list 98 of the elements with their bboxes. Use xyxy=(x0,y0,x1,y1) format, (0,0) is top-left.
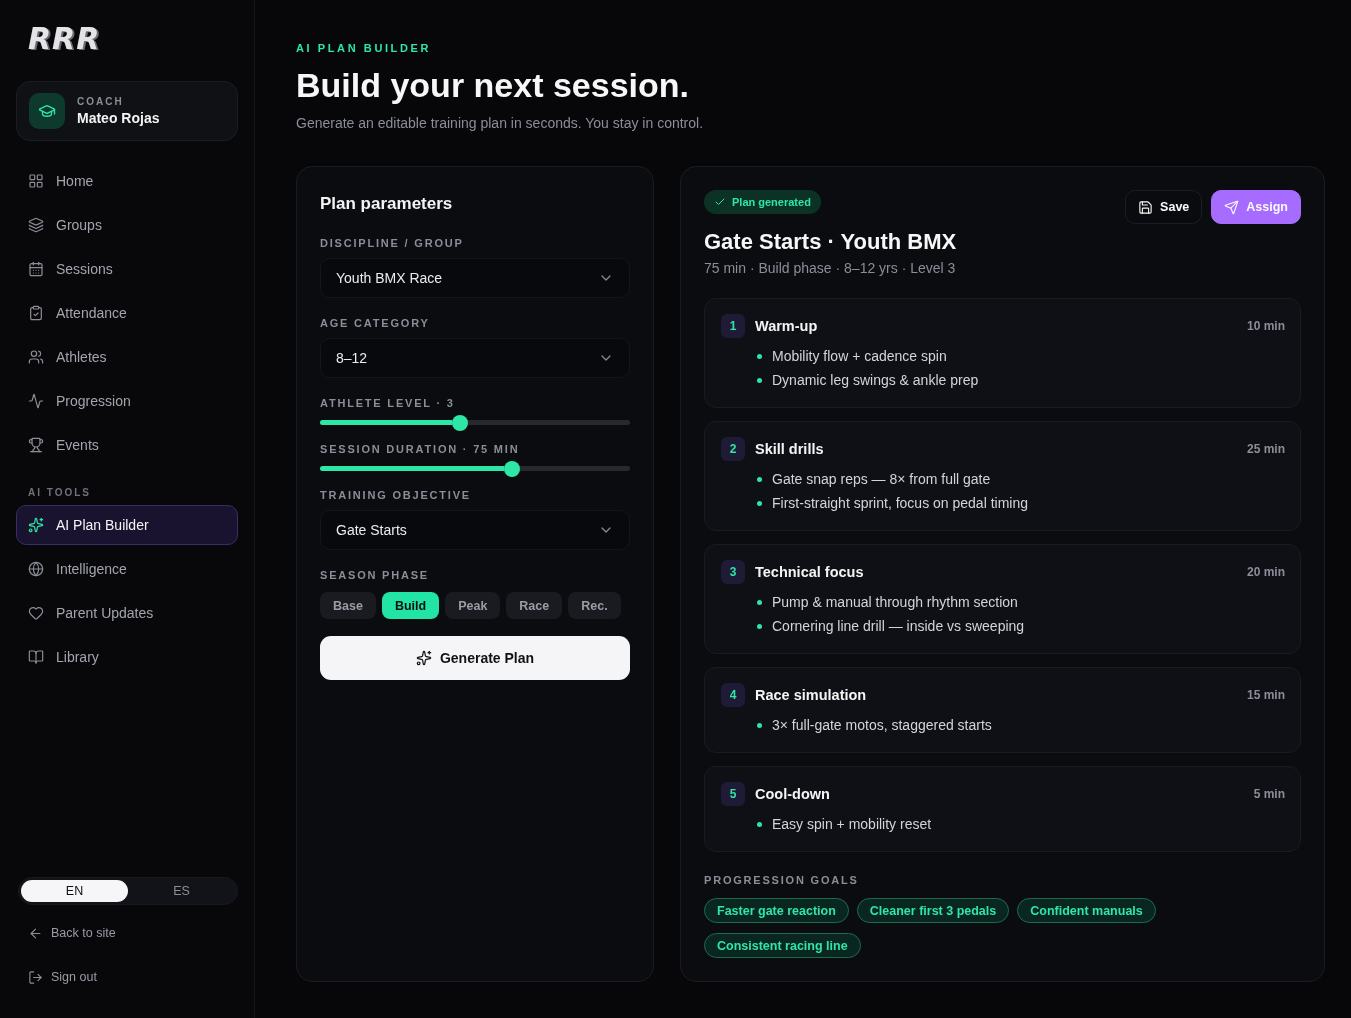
phase-chip[interactable]: Build xyxy=(381,592,440,619)
language-option[interactable]: ES xyxy=(128,880,235,902)
graduation-cap-icon xyxy=(29,93,65,129)
language-option[interactable]: EN xyxy=(21,880,128,902)
layers-icon xyxy=(28,217,44,233)
phase-chip[interactable]: Race xyxy=(506,592,563,619)
block-duration: 20 min xyxy=(1247,565,1285,579)
goal-tag: Consistent racing line xyxy=(704,933,861,958)
plan-title: Gate Starts · Youth BMX xyxy=(704,228,958,256)
block-title: Warm-up xyxy=(755,318,819,334)
block-title: Race simulation xyxy=(755,687,868,703)
block-duration: 10 min xyxy=(1247,319,1285,333)
phase-chip[interactable]: Peak xyxy=(445,592,501,619)
logout-icon xyxy=(28,969,43,985)
bullet-dot-icon xyxy=(757,377,762,383)
sidebar-nav-item[interactable]: Progression xyxy=(16,381,238,421)
bullet-dot-icon xyxy=(757,623,762,629)
block-number: 2 xyxy=(721,437,745,461)
status-badge: Plan generated xyxy=(704,190,821,214)
save-icon xyxy=(1138,199,1154,215)
book-icon xyxy=(28,649,44,665)
sidebar-nav-item[interactable]: Sessions xyxy=(16,249,238,289)
arrow-left-icon xyxy=(28,925,43,941)
field-label: SESSION DURATION · 75 MIN xyxy=(320,442,521,456)
calendar-icon xyxy=(28,261,44,277)
drill-text: Mobility flow + cadence spin xyxy=(772,348,947,364)
sidebar-nav-item[interactable]: Home xyxy=(16,161,238,201)
clipboard-check-icon xyxy=(28,305,44,321)
bullet-dot-icon xyxy=(757,821,762,827)
brand-logo[interactable]: RRR xyxy=(28,22,101,55)
footer-link[interactable]: Back to site xyxy=(16,913,238,953)
drill-text: Gate snap reps — 8× from full gate xyxy=(772,471,991,487)
drill-text: Dynamic leg swings & ankle prep xyxy=(772,372,979,388)
generate-plan-button[interactable]: Generate Plan xyxy=(320,636,630,680)
select-field[interactable]: Youth BMX Race xyxy=(320,258,630,298)
sidebar-nav-item[interactable]: Groups xyxy=(16,205,238,245)
panel-title: Plan parameters xyxy=(320,193,454,215)
footer-link[interactable]: Sign out xyxy=(16,957,238,997)
sparkles-icon xyxy=(28,517,44,533)
grid-icon xyxy=(28,173,44,189)
goals-label: PROGRESSION GOALS xyxy=(704,873,860,887)
field-label: ATHLETE LEVEL · 3 xyxy=(320,396,456,410)
section-title: AI TOOLS xyxy=(28,486,93,500)
sparkles-icon xyxy=(415,650,432,666)
bullet-dot-icon xyxy=(757,599,762,605)
field-label: TRAINING OBJECTIVE xyxy=(320,488,472,502)
heart-icon xyxy=(28,605,44,621)
pulse-icon xyxy=(28,393,44,409)
goal-tag: Confident manuals xyxy=(1017,898,1156,923)
sidebar-nav-item[interactable]: Library xyxy=(16,637,238,677)
drill-text: 3× full-gate motos, staggered starts xyxy=(772,717,992,733)
page-subtitle: Generate an editable training plan in seconds. You stay in control. xyxy=(296,114,705,133)
block-title: Cool-down xyxy=(755,786,831,802)
page-title: Build your next session. xyxy=(296,65,690,105)
block-number: 3 xyxy=(721,560,745,584)
bullet-dot-icon xyxy=(757,722,762,728)
globe-icon xyxy=(28,561,44,577)
block-number: 1 xyxy=(721,314,745,338)
slider-thumb[interactable] xyxy=(504,460,521,477)
slider-thumb[interactable] xyxy=(451,414,468,431)
select-field[interactable]: Gate Starts xyxy=(320,510,630,550)
phase-chip[interactable]: Rec. xyxy=(568,592,621,619)
trophy-icon xyxy=(28,437,44,453)
goal-tag: Cleaner first 3 pedals xyxy=(856,898,1010,923)
check-icon xyxy=(714,196,726,208)
sidebar-nav-item[interactable]: Attendance xyxy=(16,293,238,333)
page-eyebrow: AI PLAN BUILDER xyxy=(296,41,432,56)
block-duration: 15 min xyxy=(1247,688,1285,702)
profile-role: COACH xyxy=(77,96,125,107)
field-label: SEASON PHASE xyxy=(320,568,430,582)
sidebar-nav-item[interactable]: Athletes xyxy=(16,337,238,377)
field-label: DISCIPLINE / GROUP xyxy=(320,236,465,250)
goal-tag: Faster gate reaction xyxy=(704,898,849,923)
sidebar-nav-item[interactable]: Parent Updates xyxy=(16,593,238,633)
block-title: Skill drills xyxy=(755,441,825,457)
block-number: 4 xyxy=(721,683,745,707)
block-duration: 25 min xyxy=(1247,442,1285,456)
field-label: AGE CATEGORY xyxy=(320,316,431,330)
profile-name: Mateo Rojas xyxy=(77,110,160,126)
plan-meta: 75 min · Build phase · 8–12 yrs · Level 3 xyxy=(704,259,957,278)
sidebar-nav-item[interactable]: Intelligence xyxy=(16,549,238,589)
phase-chip[interactable]: Base xyxy=(320,592,376,619)
bullet-dot-icon xyxy=(757,500,762,506)
drill-text: Pump & manual through rhythm section xyxy=(772,594,1018,610)
sidebar-nav-item[interactable]: AI Plan Builder xyxy=(16,505,238,545)
bullet-dot-icon xyxy=(757,476,762,482)
block-number: 5 xyxy=(721,782,745,806)
drill-text: Cornering line drill — inside vs sweeping xyxy=(772,618,1025,634)
users-icon xyxy=(28,349,44,365)
bullet-dot-icon xyxy=(757,353,762,359)
select-field[interactable]: 8–12 xyxy=(320,338,630,378)
sidebar-nav-item[interactable]: Events xyxy=(16,425,238,465)
block-title: Technical focus xyxy=(755,564,865,580)
drill-text: First-straight sprint, focus on pedal timing xyxy=(772,495,1028,511)
drill-text: Easy spin + mobility reset xyxy=(772,816,932,832)
save-button[interactable]: Save xyxy=(1125,190,1203,224)
block-duration: 5 min xyxy=(1253,787,1285,801)
send-icon xyxy=(1224,199,1240,215)
